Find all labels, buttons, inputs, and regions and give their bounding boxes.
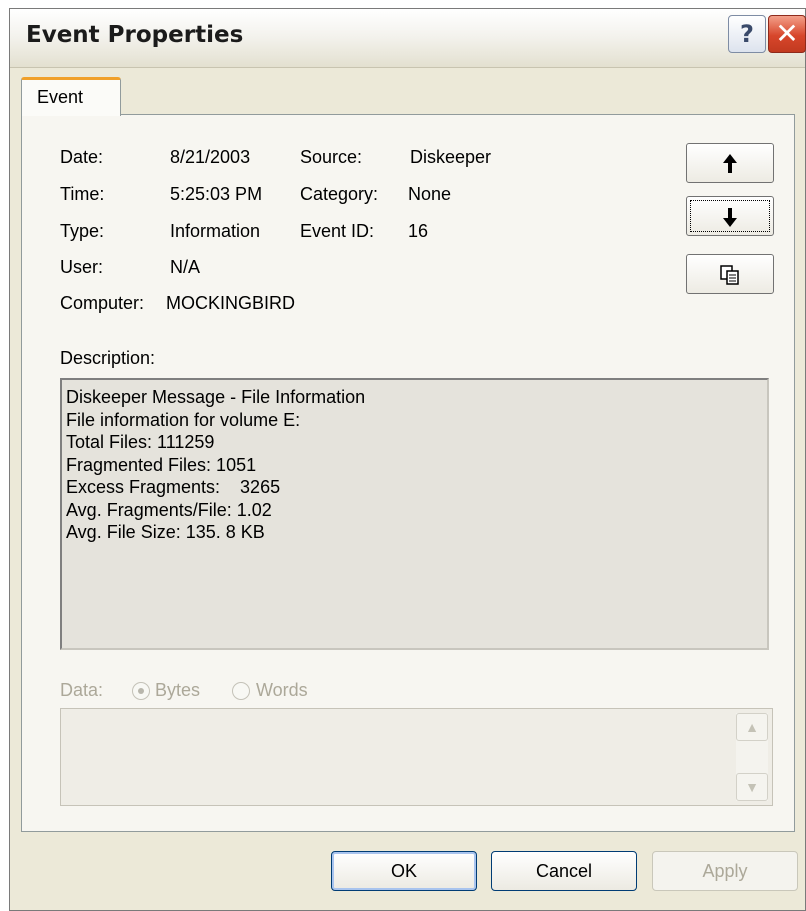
copy-icon (720, 265, 739, 285)
ok-button[interactable]: OK (331, 851, 477, 891)
close-icon: ✕ (775, 17, 799, 50)
event-id-value: 16 (408, 221, 429, 241)
time-value: 5:25:03 PM (170, 184, 263, 204)
description-line: Fragmented Files: 1051 (66, 454, 257, 475)
words-radio-label: Words (256, 680, 308, 700)
tab-event-label: Event (37, 87, 84, 107)
user-value: N/A (170, 257, 201, 277)
title-bar[interactable]: Event Properties ? ✕ (10, 9, 806, 68)
close-button[interactable]: ✕ (768, 15, 806, 53)
category-label: Category: (300, 184, 379, 204)
description-line: Avg. File Size: 135. 8 KB (66, 522, 265, 542)
description-line: File information for volume E: (66, 409, 301, 430)
help-icon: ? (740, 20, 754, 48)
scroll-down-button[interactable]: ▼ (736, 773, 768, 801)
down-arrow-icon (723, 208, 737, 227)
event-id-label: Event ID: (300, 221, 375, 241)
date-value: 8/21/2003 (170, 147, 251, 167)
data-label: Data: (60, 680, 104, 700)
copy-button[interactable] (686, 254, 774, 294)
apply-button[interactable]: Apply (652, 851, 798, 891)
description-line: Diskeeper Message - File Information (66, 387, 366, 407)
words-radio[interactable] (232, 682, 250, 700)
time-label: Time: (60, 184, 105, 204)
computer-label: Computer: (60, 293, 145, 313)
data-scrollbar[interactable]: ▲ ▼ (736, 713, 768, 801)
data-textbox[interactable] (60, 708, 773, 806)
category-value: None (408, 184, 452, 204)
help-button[interactable]: ? (728, 15, 766, 53)
chevron-up-icon: ▲ (745, 719, 759, 735)
description-line: Avg. Fragments/File: 1.02 (66, 499, 272, 520)
date-label: Date: (60, 147, 104, 167)
tab-event[interactable]: Event (21, 77, 121, 116)
type-label: Type: (60, 221, 105, 241)
up-arrow-icon (723, 154, 737, 173)
chevron-down-icon: ▼ (745, 779, 759, 795)
scroll-up-button[interactable]: ▲ (736, 713, 768, 741)
source-label: Source: (300, 147, 363, 167)
description-textbox[interactable]: Diskeeper Message - File Information Fil… (60, 378, 769, 650)
source-value: Diskeeper (410, 147, 492, 167)
bytes-radio[interactable] (132, 682, 150, 700)
window-title: Event Properties (26, 22, 244, 48)
previous-event-button[interactable] (686, 143, 774, 183)
user-label: User: (60, 257, 104, 277)
description-label: Description: (60, 348, 156, 368)
next-event-button[interactable] (686, 196, 774, 236)
cancel-button[interactable]: Cancel (491, 851, 637, 891)
computer-value: MOCKINGBIRD (166, 293, 296, 313)
description-line: Excess Fragments: 3265 (66, 477, 281, 497)
description-line: Total Files: 111259 (66, 432, 215, 452)
bytes-radio-label: Bytes (155, 680, 201, 700)
type-value: Information (170, 221, 261, 241)
